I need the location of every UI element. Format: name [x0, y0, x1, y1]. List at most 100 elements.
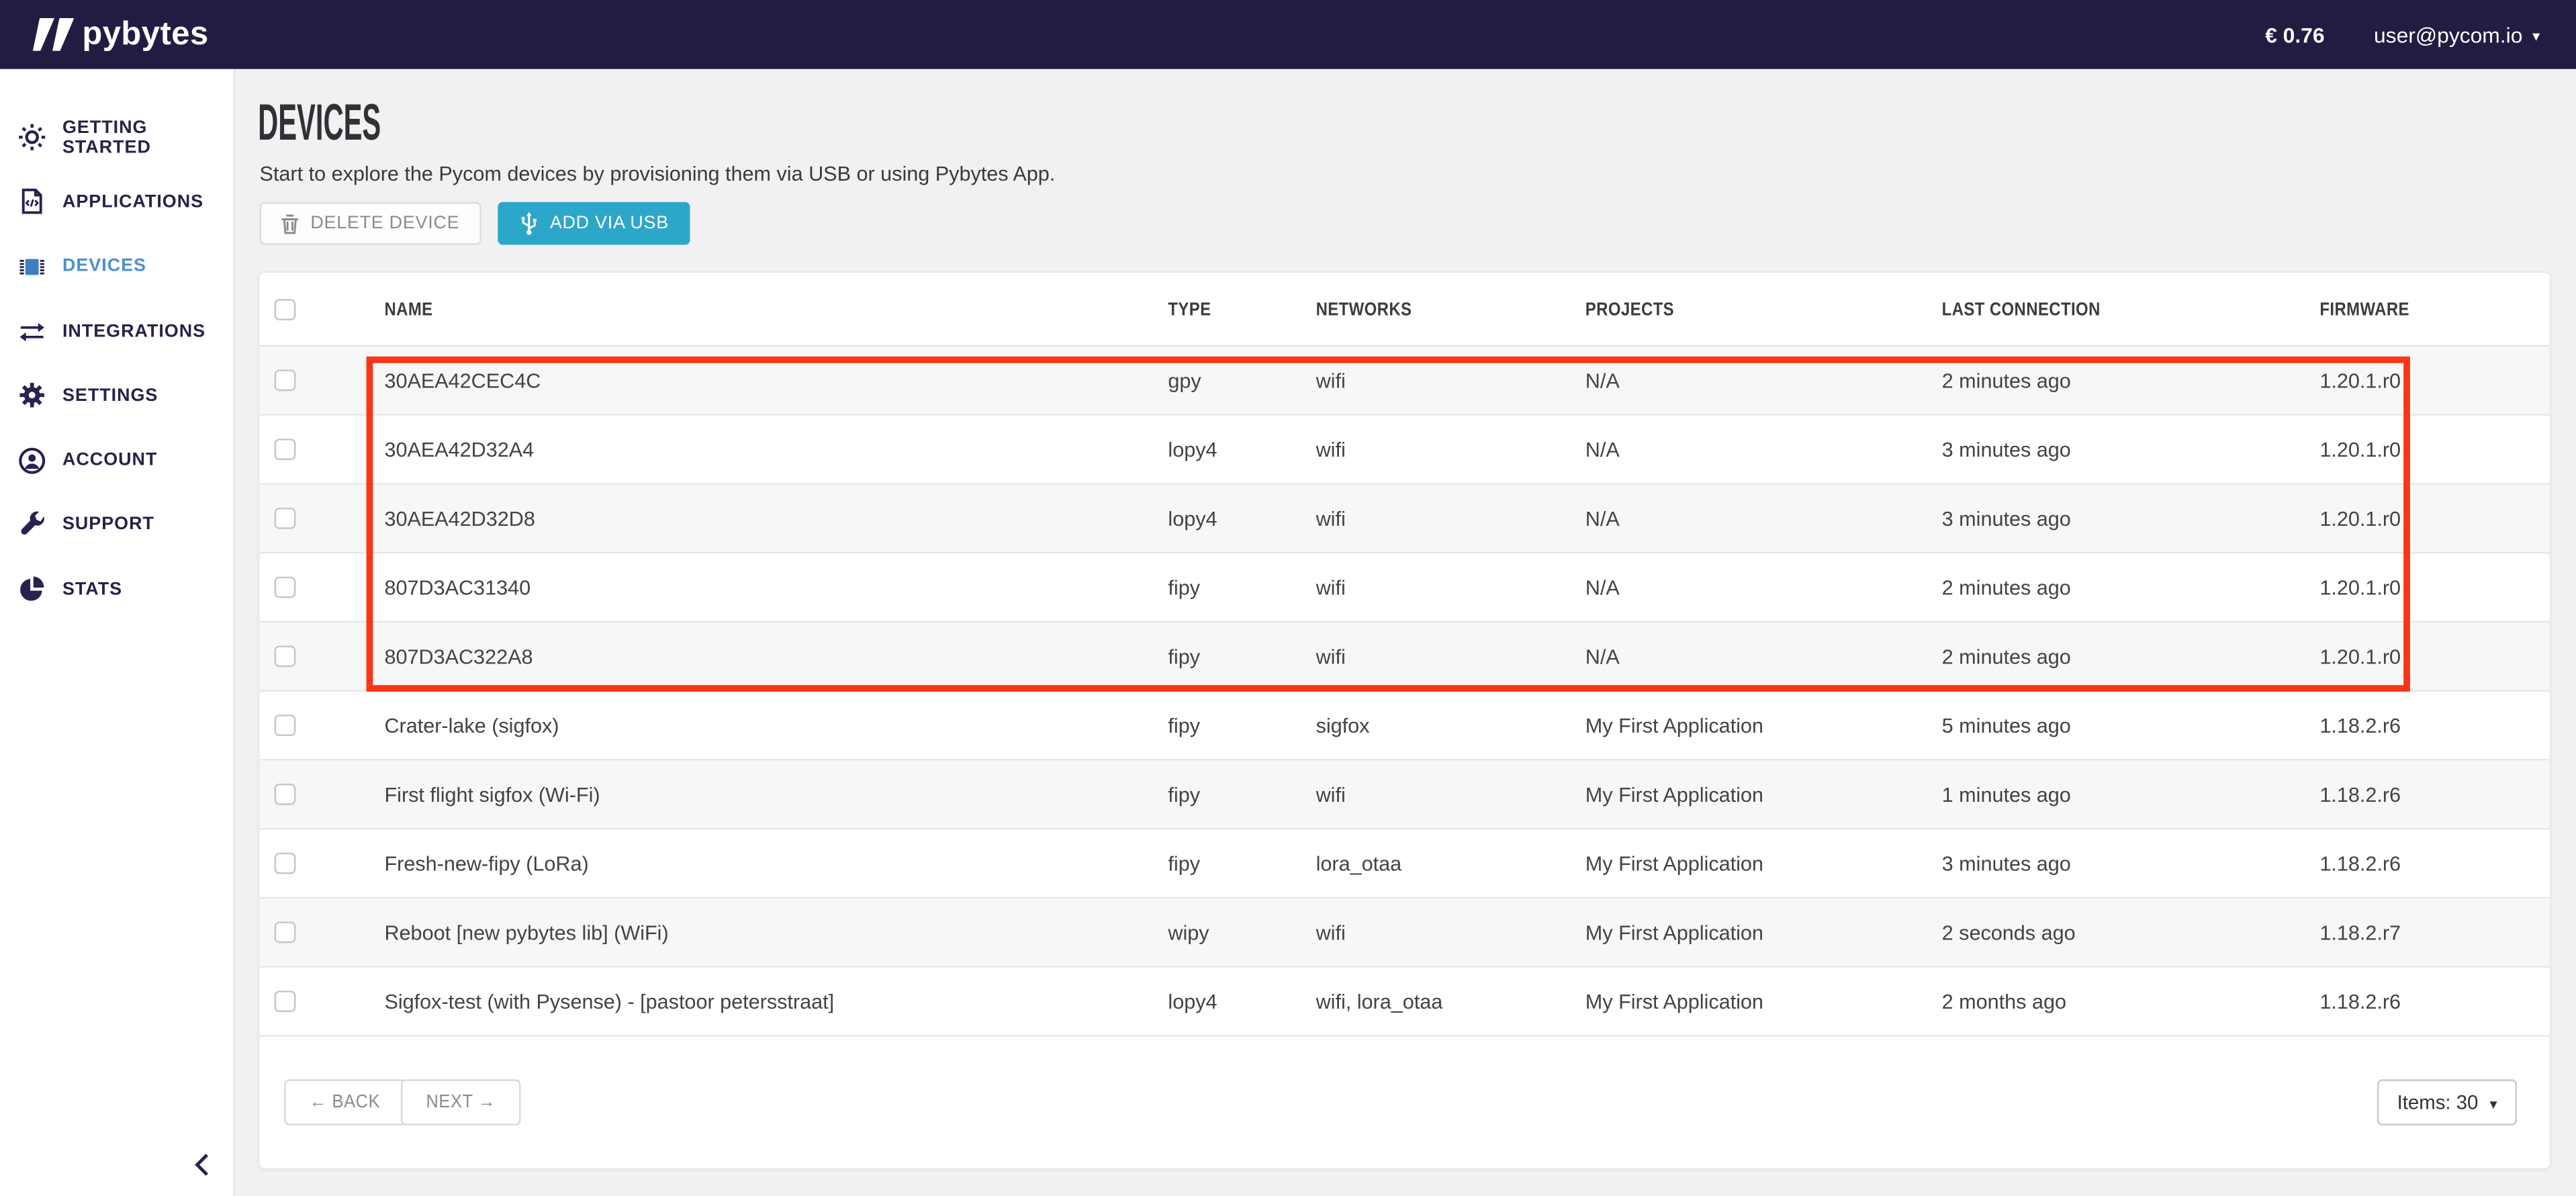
- cell-projects: N/A: [1585, 553, 1620, 623]
- column-header-projects: PROJECTS: [1585, 273, 1690, 347]
- sidebar-item-label: SUPPORT: [62, 515, 154, 535]
- cell-type: lopy4: [1168, 416, 1217, 485]
- sidebar-item-account[interactable]: ACCOUNT: [0, 428, 233, 492]
- column-header-networks: NETWORKS: [1316, 273, 1429, 347]
- table-row[interactable]: 30AEA42CEC4CgpywifiN/A2 minutes ago1.20.…: [260, 347, 2550, 416]
- cell-last-connection: 2 minutes ago: [1942, 347, 2071, 416]
- cell-networks: wifi: [1316, 416, 1346, 485]
- table-header: NAME TYPE NETWORKS PROJECTS LAST CONNECT…: [260, 273, 2550, 347]
- devices-table-card: NAME TYPE NETWORKS PROJECTS LAST CONNECT…: [258, 271, 2551, 1170]
- items-per-page-label: Items: 30: [2397, 1091, 2479, 1113]
- page-subtitle: Start to explore the Pycom devices by pr…: [260, 163, 1056, 185]
- code-file-icon: [18, 188, 46, 216]
- row-checkbox[interactable]: [275, 645, 296, 666]
- cell-firmware: 1.20.1.r0: [2319, 553, 2401, 623]
- cell-projects: N/A: [1585, 347, 1620, 416]
- user-menu[interactable]: user@pycom.io ▾: [2374, 22, 2540, 47]
- cell-networks: sigfox: [1316, 692, 1370, 761]
- cell-networks: wifi, lora_otaa: [1316, 968, 1443, 1037]
- cell-type: fipy: [1168, 761, 1200, 830]
- cell-last-connection: 1 minutes ago: [1942, 761, 2071, 830]
- delete-device-label: DELETE DEVICE: [310, 214, 459, 233]
- table-row[interactable]: 807D3AC322A8fipywifiN/A2 minutes ago1.20…: [260, 623, 2550, 692]
- table-row[interactable]: First flight sigfox (Wi-Fi)fipywifiMy Fi…: [260, 761, 2550, 830]
- sidebar-item-support[interactable]: SUPPORT: [0, 492, 233, 557]
- main-content: DEVICES Start to explore the Pycom devic…: [236, 69, 2576, 1196]
- sidebar-item-stats[interactable]: STATS: [0, 557, 233, 622]
- delete-device-button[interactable]: DELETE DEVICE: [260, 202, 481, 245]
- cell-firmware: 1.20.1.r0: [2319, 623, 2401, 692]
- cell-type: lopy4: [1168, 968, 1217, 1037]
- back-button[interactable]: ← BACK: [284, 1079, 406, 1125]
- cell-type: fipy: [1168, 692, 1200, 761]
- column-header-last-connection: LAST CONNECTION: [1942, 273, 2129, 347]
- sidebar-item-settings[interactable]: SETTINGS: [0, 363, 233, 428]
- cell-name: 807D3AC322A8: [384, 623, 533, 692]
- items-per-page-dropdown[interactable]: Items: 30 ▾: [2377, 1079, 2517, 1125]
- chevron-down-icon: ▾: [2489, 1095, 2497, 1113]
- page-title: DEVICES: [258, 97, 381, 148]
- table-row[interactable]: Fresh-new-fipy (LoRa)fipylora_otaaMy Fir…: [260, 829, 2550, 899]
- cell-last-connection: 5 minutes ago: [1942, 692, 2071, 761]
- row-checkbox[interactable]: [275, 369, 296, 390]
- sidebar-collapse-button[interactable]: [184, 1147, 220, 1183]
- cell-networks: wifi: [1316, 485, 1346, 554]
- cell-networks: wifi: [1316, 553, 1346, 623]
- sidebar-item-getting-started[interactable]: GETTING STARTED: [0, 105, 233, 170]
- column-header-firmware: FIRMWARE: [2319, 273, 2425, 347]
- cell-firmware: 1.18.2.r7: [2319, 899, 2401, 968]
- cell-firmware: 1.20.1.r0: [2319, 485, 2401, 554]
- row-checkbox[interactable]: [275, 714, 296, 735]
- pybytes-app: pybytes € 0.76 user@pycom.io ▾ GETTING S…: [0, 0, 2576, 1196]
- table-row[interactable]: 807D3AC31340fipywifiN/A2 minutes ago1.20…: [260, 553, 2550, 623]
- swap-arrows-icon: [18, 317, 46, 345]
- trash-icon: [281, 213, 299, 234]
- cell-projects: My First Application: [1585, 829, 1763, 899]
- pycom-logo-icon: [36, 18, 71, 51]
- sidebar-item-integrations[interactable]: INTEGRATIONS: [0, 299, 233, 363]
- user-icon: [18, 447, 46, 475]
- cell-name: Sigfox-test (with Pysense) - [pastoor pe…: [384, 968, 834, 1037]
- cell-name: Fresh-new-fipy (LoRa): [384, 829, 588, 899]
- select-all-checkbox[interactable]: [275, 299, 296, 320]
- cell-projects: My First Application: [1585, 899, 1763, 968]
- row-checkbox[interactable]: [275, 852, 296, 873]
- cell-last-connection: 3 minutes ago: [1942, 416, 2071, 485]
- logo-text: pybytes: [82, 15, 208, 53]
- row-checkbox[interactable]: [275, 990, 296, 1011]
- cell-firmware: 1.20.1.r0: [2319, 347, 2401, 416]
- next-button[interactable]: NEXT →: [401, 1079, 521, 1125]
- sidebar-item-applications[interactable]: APPLICATIONS: [0, 170, 233, 234]
- sidebar-item-label: INTEGRATIONS: [62, 321, 205, 340]
- add-via-usb-label: ADD VIA USB: [550, 214, 669, 233]
- table-row[interactable]: Crater-lake (sigfox)fipysigfoxMy First A…: [260, 692, 2550, 761]
- table-row[interactable]: Sigfox-test (with Pysense) - [pastoor pe…: [260, 968, 2550, 1037]
- sidebar-item-devices[interactable]: DEVICES: [0, 234, 233, 299]
- pybytes-logo[interactable]: pybytes: [0, 15, 209, 53]
- table-row[interactable]: 30AEA42D32D8lopy4wifiN/A3 minutes ago1.2…: [260, 485, 2550, 554]
- row-checkbox[interactable]: [275, 783, 296, 804]
- cell-last-connection: 3 minutes ago: [1942, 485, 2071, 554]
- row-checkbox[interactable]: [275, 438, 296, 459]
- sidebar-item-label: ACCOUNT: [62, 451, 157, 470]
- sidebar: GETTING STARTED APPLICATIONS DEVICES INTEGR…: [0, 69, 235, 1196]
- cell-type: lopy4: [1168, 485, 1217, 554]
- cell-last-connection: 2 minutes ago: [1942, 553, 2071, 623]
- row-checkbox[interactable]: [275, 576, 296, 597]
- cell-projects: N/A: [1585, 623, 1620, 692]
- usb-icon: [518, 210, 538, 236]
- table-row[interactable]: Reboot [new pybytes lib] (WiFi)wipywifiM…: [260, 899, 2550, 968]
- column-header-name: NAME: [384, 273, 441, 347]
- cell-type: fipy: [1168, 829, 1200, 899]
- sidebar-item-label: APPLICATIONS: [62, 192, 203, 212]
- cell-networks: wifi: [1316, 347, 1346, 416]
- cell-last-connection: 3 minutes ago: [1942, 829, 2071, 899]
- table-row[interactable]: 30AEA42D32A4lopy4wifiN/A3 minutes ago1.2…: [260, 416, 2550, 485]
- sun-icon: [18, 124, 46, 152]
- cell-name: 807D3AC31340: [384, 553, 531, 623]
- row-checkbox[interactable]: [275, 921, 296, 942]
- cell-projects: N/A: [1585, 416, 1620, 485]
- pie-chart-icon: [18, 576, 46, 604]
- row-checkbox[interactable]: [275, 507, 296, 528]
- add-via-usb-button[interactable]: ADD VIA USB: [498, 202, 690, 245]
